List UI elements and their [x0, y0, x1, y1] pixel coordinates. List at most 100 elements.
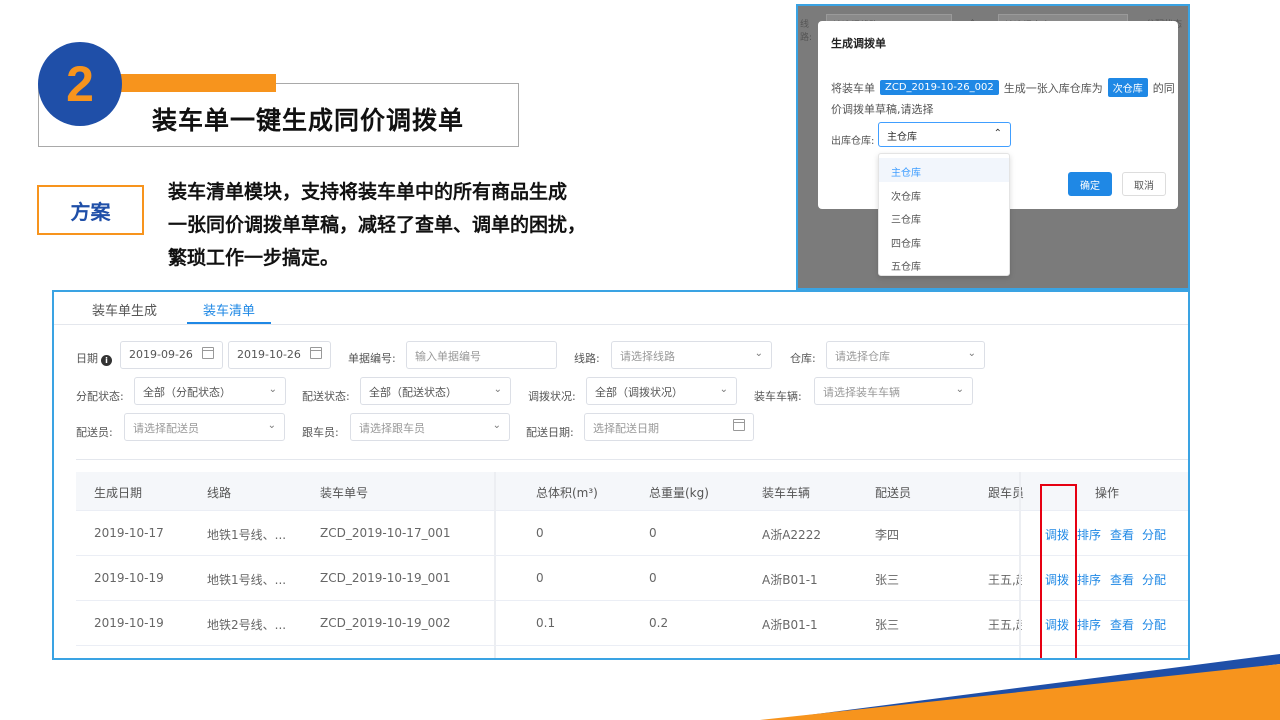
- follower-placeholder: 请选择跟车员: [359, 422, 425, 435]
- col-header: 总体积(m³): [536, 486, 598, 500]
- sort-link[interactable]: 排序: [1077, 526, 1101, 543]
- chevron-down-icon: ⌄: [493, 384, 502, 395]
- cell-courier: 李四: [875, 528, 900, 542]
- view-link[interactable]: 查看: [1110, 526, 1134, 543]
- calendar-icon: [733, 419, 745, 431]
- dialog-message-line2: 价调拨单草稿,请选择: [831, 103, 934, 116]
- route-placeholder: 请选择线路: [620, 350, 675, 363]
- bg-route-label: 线路:: [800, 20, 813, 43]
- order-number-tag: ZCD_2019-10-26_002: [880, 80, 999, 95]
- vehicle-select[interactable]: 请选择装车车辆 ⌄: [814, 377, 973, 405]
- follower-label: 跟车员:: [302, 426, 339, 439]
- deliv-status-select[interactable]: 全部（配送状态） ⌄: [360, 377, 511, 405]
- assign-link[interactable]: 分配: [1142, 526, 1166, 543]
- col-header: 装车单号: [320, 486, 369, 500]
- calendar-icon: [202, 347, 214, 359]
- tab-loading-list[interactable]: 装车清单: [203, 300, 255, 319]
- transfer-status-value: 全部（调拨状况）: [595, 386, 683, 399]
- plan-label: 方案: [37, 185, 144, 235]
- cell-weight: 0: [649, 571, 657, 585]
- sort-link[interactable]: 排序: [1077, 571, 1101, 588]
- col-header: 操作: [1095, 486, 1120, 500]
- deliv-status-label: 配送状态:: [302, 390, 350, 403]
- transfer-status-select[interactable]: 全部（调拨状况） ⌄: [586, 377, 737, 405]
- date-end-input[interactable]: 2019-10-26: [228, 341, 331, 369]
- deliv-date-label: 配送日期:: [526, 426, 574, 439]
- col-header: 装车车辆: [762, 486, 811, 500]
- alloc-status-select[interactable]: 全部（分配状态） ⌄: [134, 377, 286, 405]
- col-header: 总重量(kg): [649, 486, 709, 500]
- sort-link[interactable]: 排序: [1077, 616, 1101, 633]
- dropdown-option[interactable]: 三仓库: [879, 205, 1009, 229]
- chevron-down-icon: ⌄: [268, 384, 277, 395]
- route-select[interactable]: 请选择线路 ⌄: [611, 341, 772, 369]
- cell-date: 2019-10-17: [94, 526, 164, 540]
- cell-volume: 0.1: [536, 616, 556, 630]
- table-header: 生成日期 线路 装车单号 总体积(m³) 总重量(kg) 装车车辆 配送员 跟车…: [76, 472, 1188, 511]
- alloc-status-label: 分配状态:: [76, 390, 124, 403]
- warehouse-select[interactable]: 请选择仓库 ⌄: [826, 341, 985, 369]
- dropdown-option[interactable]: 次仓库: [879, 182, 1009, 206]
- tab-active-indicator: [187, 322, 271, 324]
- cell-order-no: ZCD_2019-10-19_002: [320, 616, 451, 630]
- cancel-button[interactable]: 取消: [1122, 172, 1166, 196]
- doc-no-input[interactable]: 输入单据编号: [406, 341, 557, 369]
- fixed-column-divider: [494, 472, 496, 658]
- doc-no-label: 单据编号:: [348, 352, 396, 365]
- chevron-up-icon: ⌃: [993, 128, 1002, 139]
- modal-screenshot: 线路: 请选择线路 仓库: 请选择仓库 分配状态 生成调拨单 将装车单 ZCD_…: [796, 4, 1190, 290]
- tab-generate[interactable]: 装车单生成: [92, 300, 157, 319]
- assign-link[interactable]: 分配: [1142, 571, 1166, 588]
- cell-route: 地铁1号线、...: [207, 573, 287, 587]
- chevron-down-icon: ⌄: [492, 420, 501, 431]
- out-warehouse-label: 出库仓库:: [831, 136, 875, 147]
- message-suffix: 的同: [1152, 81, 1175, 95]
- col-header: 线路: [207, 486, 232, 500]
- dropdown-option[interactable]: 五仓库: [879, 252, 1009, 276]
- vehicle-placeholder: 请选择装车车辆: [823, 386, 900, 399]
- confirm-button[interactable]: 确定: [1068, 172, 1112, 196]
- date-end-value: 2019-10-26: [237, 348, 301, 361]
- out-warehouse-select[interactable]: 主仓库 ⌃: [878, 122, 1011, 147]
- dropdown-option[interactable]: 四仓库: [879, 229, 1009, 253]
- view-link[interactable]: 查看: [1110, 616, 1134, 633]
- view-link[interactable]: 查看: [1110, 571, 1134, 588]
- deliv-date-input[interactable]: 选择配送日期: [584, 413, 754, 441]
- cell-order-no: ZCD_2019-10-19_001: [320, 571, 451, 585]
- description-line: 装车清单模块，支持将装车单中的所有商品生成: [168, 181, 568, 203]
- bottom-decoration: [760, 654, 1280, 720]
- dialog-message: 将装车单 ZCD_2019-10-26_002 生成一张入库仓库为 次仓库 的同: [831, 78, 1175, 97]
- dropdown-option[interactable]: 主仓库: [879, 158, 1009, 182]
- route-label: 线路:: [574, 352, 600, 365]
- cell-courier: 张三: [875, 573, 900, 587]
- follower-select[interactable]: 请选择跟车员 ⌄: [350, 413, 510, 441]
- chevron-down-icon: ⌄: [967, 348, 976, 359]
- cell-vehicle: A浙B01-1: [762, 618, 818, 632]
- cell-courier: 张三: [875, 618, 900, 632]
- chevron-down-icon: ⌄: [955, 384, 964, 395]
- message-mid: 生成一张入库仓库为: [1003, 81, 1103, 95]
- col-header: 配送员: [875, 486, 912, 500]
- date-start-value: 2019-09-26: [129, 348, 193, 361]
- assign-link[interactable]: 分配: [1142, 616, 1166, 633]
- table-top-border: [76, 459, 1188, 460]
- chevron-down-icon: ⌄: [754, 348, 763, 359]
- description-line: 一张同价调拨单草稿，减轻了查单、调单的困扰，: [168, 214, 587, 236]
- cell-date: 2019-10-19: [94, 616, 164, 630]
- cell-follower: 王五,起: [988, 573, 1022, 587]
- date-start-input[interactable]: 2019-09-26: [120, 341, 223, 369]
- alloc-status-value: 全部（分配状态）: [143, 386, 231, 399]
- description: 装车清单模块，支持将装车单中的所有商品生成 一张同价调拨单草稿，减轻了查单、调单…: [168, 176, 648, 275]
- description-line: 繁琐工作一步搞定。: [168, 247, 340, 269]
- courier-placeholder: 请选择配送员: [133, 422, 199, 435]
- tab-divider: [54, 324, 1188, 325]
- target-warehouse-tag: 次仓库: [1107, 78, 1148, 97]
- cell-date: 2019-10-19: [94, 571, 164, 585]
- courier-select[interactable]: 请选择配送员 ⌄: [124, 413, 285, 441]
- vehicle-label: 装车车辆:: [754, 390, 802, 403]
- col-header: 生成日期: [94, 486, 143, 500]
- loading-list-screenshot: 装车单生成 装车清单 日期 i 2019-09-26 2019-10-26 单据编…: [52, 290, 1190, 660]
- cell-volume: 0: [536, 571, 544, 585]
- deliv-status-value: 全部（配送状态）: [369, 386, 457, 399]
- date-label: 日期: [76, 352, 98, 365]
